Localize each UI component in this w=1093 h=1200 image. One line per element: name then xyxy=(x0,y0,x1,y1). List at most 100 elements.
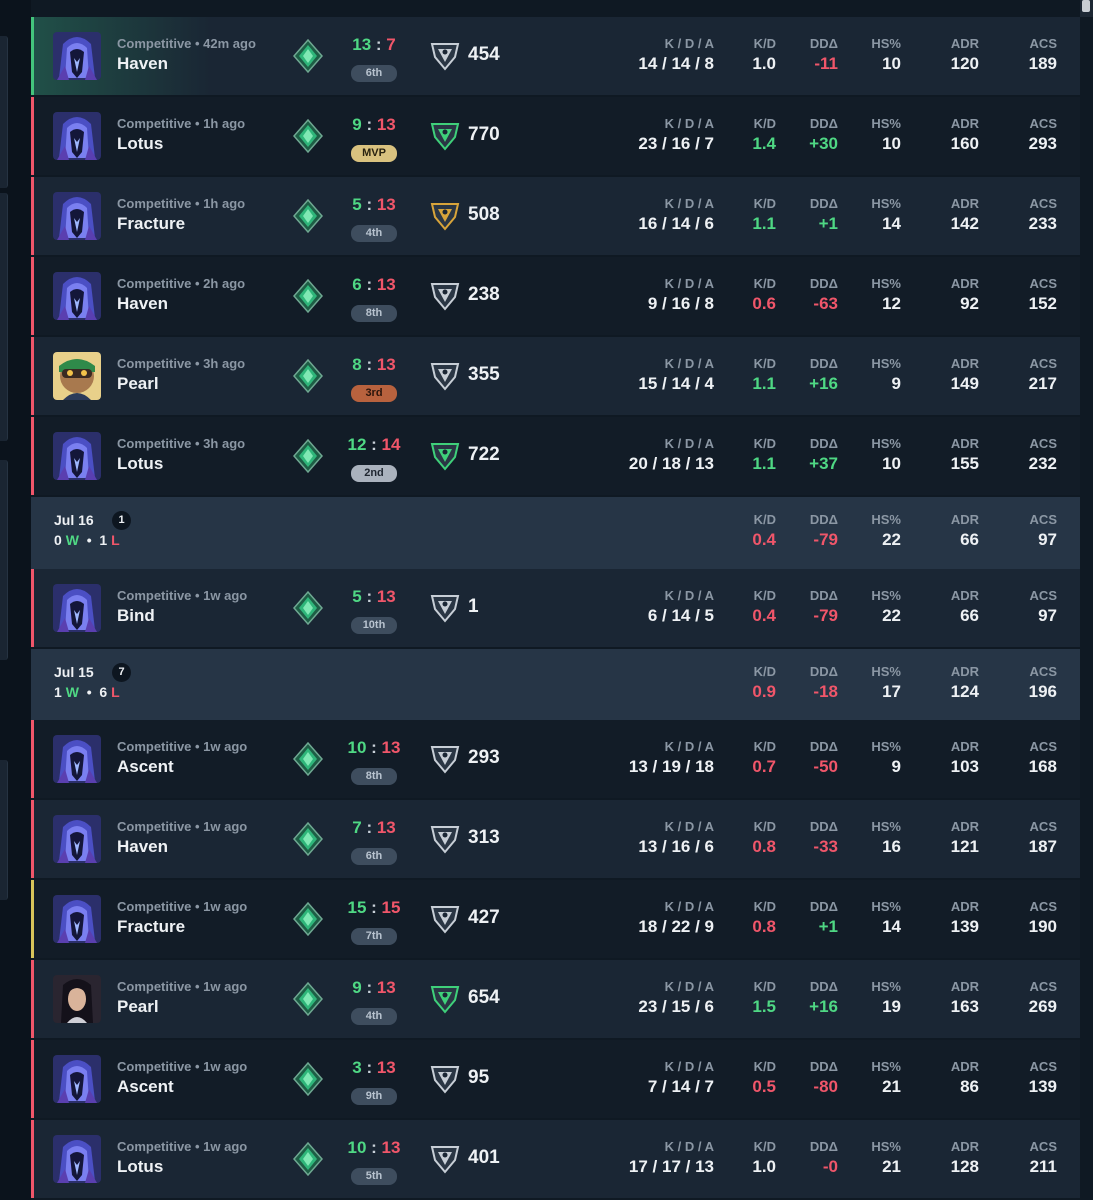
hs-stat-value: 22 xyxy=(882,606,901,625)
kd-stat: K/D 0.5 xyxy=(736,1059,776,1097)
placement-badge: 6th xyxy=(351,65,397,82)
kda-stat-label: K / D / A xyxy=(664,1059,714,1074)
score-team: 5 xyxy=(352,195,362,214)
hs-stat: HS% 16 xyxy=(861,819,901,857)
match-row[interactable]: Competitive • 1w ago Pearl 9 : 13 4th 654 K /… xyxy=(31,960,1080,1038)
adr-stat-label: ADR xyxy=(950,116,979,131)
agent-portrait-icon xyxy=(53,272,101,320)
match-row[interactable]: Competitive • 1h ago Fracture 5 : 13 4th 508… xyxy=(31,177,1080,255)
adr-stat: ADR 163 xyxy=(931,979,979,1017)
rank-emerald-icon xyxy=(293,982,323,1016)
match-row[interactable]: Competitive • 1h ago Lotus 9 : 13 MVP 770 K /… xyxy=(31,97,1080,175)
adr-stat: ADR 142 xyxy=(931,196,979,234)
kd-stat-value: 0.6 xyxy=(752,294,776,313)
match-score: 9 : 13 xyxy=(335,978,413,998)
ddd-stat-value: -79 xyxy=(813,606,838,625)
sidebar-panel xyxy=(0,460,8,660)
map-name: Haven xyxy=(117,837,169,856)
kda-stat-label: K / D / A xyxy=(664,356,714,371)
acs-stat-value: 139 xyxy=(1028,1077,1057,1096)
adr-stat: ADR 103 xyxy=(931,739,979,777)
hs-stat-label: HS% xyxy=(871,36,901,51)
adr-stat: ADR 128 xyxy=(931,1139,979,1177)
match-row[interactable]: Competitive • 1w ago Bind 5 : 13 10th 1 K / D… xyxy=(31,569,1080,647)
match-row[interactable]: Competitive • 1w ago Haven 7 : 13 6th 313 K /… xyxy=(31,800,1080,878)
match-row[interactable]: Competitive • 3h ago Pearl 8 : 13 3rd 355 K /… xyxy=(31,337,1080,415)
adr-stat-label: ADR xyxy=(950,819,979,834)
kd-stat-label: K/D xyxy=(753,899,776,914)
ddd-stat: DDΔ -79 xyxy=(796,512,838,550)
placement-badge: 8th xyxy=(351,305,397,322)
agent-portrait-icon xyxy=(53,192,101,240)
score-team: 3 xyxy=(352,1058,362,1077)
match-mode-time: Competitive • 1w ago xyxy=(117,1059,248,1074)
hs-stat-value: 10 xyxy=(882,134,901,153)
acs-stat-value: 232 xyxy=(1028,454,1057,473)
wins-count: 0 xyxy=(54,532,62,548)
rank-emerald-icon xyxy=(293,279,323,313)
score-enemy: 13 xyxy=(376,115,396,134)
ddd-stat: DDΔ -50 xyxy=(796,739,838,777)
kd-stat: K/D 0.9 xyxy=(736,664,776,702)
acs-stat: ACS 190 xyxy=(1006,899,1057,937)
kda-stat-value: 18 / 22 / 9 xyxy=(638,917,714,936)
kd-stat-value: 0.7 xyxy=(752,757,776,776)
score-enemy: 14 xyxy=(381,435,401,454)
match-row[interactable]: Competitive • 1w ago Ascent 10 : 13 8th 293 K… xyxy=(31,720,1080,798)
ddd-stat-value: -18 xyxy=(813,682,838,701)
kd-stat: K/D 1.1 xyxy=(736,436,776,474)
kda-stat-value: 14 / 14 / 8 xyxy=(638,54,714,73)
day-summary-row: Jul 16 1 0 W • 1 L K/D 0.4 DDΔ -79 HS% 22 ADR 66 AC… xyxy=(31,497,1080,569)
result-indicator xyxy=(31,569,34,647)
match-mode-time: Competitive • 3h ago xyxy=(117,356,246,371)
match-row[interactable]: Competitive • 42m ago Haven 13 : 7 6th 454 K … xyxy=(31,17,1080,95)
score-separator: : xyxy=(361,355,377,374)
scrollbar[interactable] xyxy=(1080,0,1093,17)
match-row[interactable]: Competitive • 1w ago Fracture 15 : 15 7th 42… xyxy=(31,880,1080,958)
result-indicator xyxy=(31,720,34,798)
adr-stat-value: 142 xyxy=(950,214,979,233)
hs-stat-value: 12 xyxy=(882,294,901,313)
match-mode-time: Competitive • 1h ago xyxy=(117,116,246,131)
kda-stat: K / D / A 6 / 14 / 5 xyxy=(591,588,714,626)
ddd-stat-label: DDΔ xyxy=(809,664,838,679)
score-team: 13 xyxy=(352,35,372,54)
adr-stat: ADR 155 xyxy=(931,436,979,474)
ddd-stat-label: DDΔ xyxy=(809,116,838,131)
match-score: 5 : 13 xyxy=(335,195,413,215)
match-history-list: Competitive • 42m ago Haven 13 : 7 6th 454 K … xyxy=(31,0,1080,1200)
score-enemy: 13 xyxy=(376,275,396,294)
adr-stat: ADR 139 xyxy=(931,899,979,937)
match-row[interactable]: Competitive • 1w ago Lotus 10 : 13 5th 401 K … xyxy=(31,1120,1080,1198)
hs-stat-label: HS% xyxy=(871,588,901,603)
adr-stat-label: ADR xyxy=(950,739,979,754)
rr-tier-icon xyxy=(430,1146,460,1174)
rank-emerald-icon xyxy=(293,439,323,473)
match-mode-time: Competitive • 1w ago xyxy=(117,1139,248,1154)
adr-stat-value: 149 xyxy=(950,374,979,393)
sidebar-panel xyxy=(0,193,8,441)
ddd-stat: DDΔ +37 xyxy=(796,436,838,474)
placement-badge: 4th xyxy=(351,1008,397,1025)
match-row[interactable]: Competitive • 3h ago Lotus 12 : 14 2nd 722 K … xyxy=(31,417,1080,495)
agent-portrait-icon xyxy=(53,112,101,160)
rr-tier-icon xyxy=(430,595,460,623)
kd-stat: K/D 1.1 xyxy=(736,196,776,234)
agent-portrait-icon xyxy=(53,1135,101,1183)
scrollbar-thumb[interactable] xyxy=(1082,0,1090,12)
score-separator: : xyxy=(361,818,377,837)
ddd-stat-value: +1 xyxy=(818,214,838,233)
kda-stat: K / D / A 7 / 14 / 7 xyxy=(591,1059,714,1097)
ddd-stat-value: +16 xyxy=(809,374,838,393)
kd-stat-label: K/D xyxy=(753,436,776,451)
adr-stat-label: ADR xyxy=(950,196,979,211)
ddd-stat: DDΔ -33 xyxy=(796,819,838,857)
match-row[interactable]: Competitive • 1w ago Ascent 3 : 13 9th 95 K /… xyxy=(31,1040,1080,1118)
ddd-stat-label: DDΔ xyxy=(809,512,838,527)
kd-stat-value: 1.0 xyxy=(752,54,776,73)
sidebar xyxy=(0,0,31,1200)
adr-stat-value: 66 xyxy=(960,530,979,549)
kd-stat: K/D 0.4 xyxy=(736,588,776,626)
kda-stat-label: K / D / A xyxy=(664,899,714,914)
match-row[interactable]: Competitive • 2h ago Haven 6 : 13 8th 238 K /… xyxy=(31,257,1080,335)
